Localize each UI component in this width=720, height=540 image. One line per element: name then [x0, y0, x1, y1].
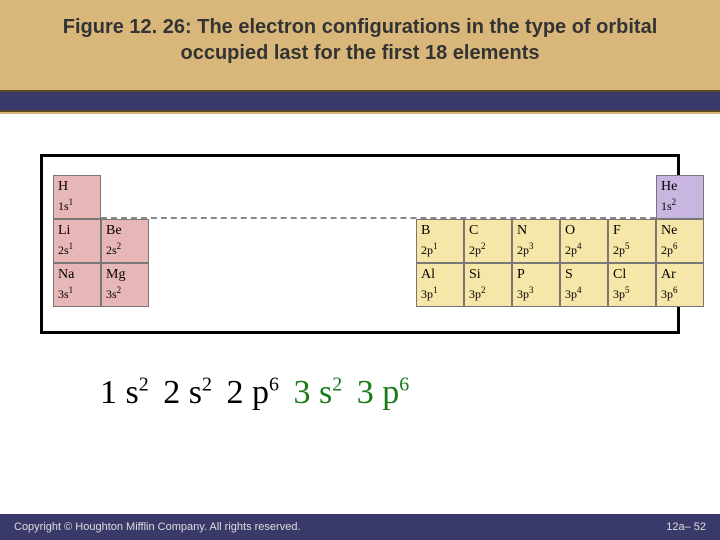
- content-area: H 1s1 He 1s2 Li 2s1 Be: [0, 114, 720, 514]
- element-config: 2p6: [661, 241, 699, 258]
- element-config: 2p4: [565, 241, 603, 258]
- cell-Be: Be 2s2: [101, 219, 149, 263]
- cell-H: H 1s1: [53, 175, 101, 219]
- element-config: 3p1: [421, 285, 459, 302]
- cell-C: C 2p2: [464, 219, 512, 263]
- element-symbol: Ne: [661, 223, 699, 239]
- slide: Figure 12. 26: The electron configuratio…: [0, 0, 720, 540]
- header-band: [0, 90, 720, 112]
- periodic-fragment: H 1s1 He 1s2 Li 2s1 Be: [40, 154, 680, 334]
- row2-gap: [149, 219, 416, 263]
- element-symbol: N: [517, 223, 555, 239]
- cell-Ar: Ar 3p6: [656, 263, 704, 307]
- config-3p6: 3 p6: [357, 374, 410, 411]
- cell-Li: Li 2s1: [53, 219, 101, 263]
- row3-gap: [149, 263, 416, 307]
- config-2s2: 2 s2: [163, 374, 212, 411]
- cell-Mg: Mg 3s2: [101, 263, 149, 307]
- cell-B: B 2p1: [416, 219, 464, 263]
- element-symbol: Li: [58, 223, 96, 239]
- config-1s2: 1 s2: [100, 374, 149, 411]
- noble-gas-config: 1 s2 2 s2 2 p6 3 s2 3 p6: [100, 374, 415, 412]
- footer-bar: Copyright © Houghton Mifflin Company. Al…: [0, 514, 720, 540]
- figure-title: Figure 12. 26: The electron configuratio…: [0, 0, 720, 76]
- cell-Na: Na 3s1: [53, 263, 101, 307]
- element-config: 3s1: [58, 285, 96, 302]
- element-symbol: Ar: [661, 267, 699, 283]
- cell-Ne: Ne 2p6: [656, 219, 704, 263]
- period-1: H 1s1 He 1s2: [53, 175, 704, 219]
- element-config: 3p3: [517, 285, 555, 302]
- element-symbol: Be: [106, 223, 144, 239]
- element-config: 1s1: [58, 197, 96, 214]
- element-symbol: Na: [58, 267, 96, 283]
- element-config: 3p4: [565, 285, 603, 302]
- element-config: 2p3: [517, 241, 555, 258]
- element-symbol: H: [58, 179, 96, 195]
- periodic-table: H 1s1 He 1s2 Li 2s1 Be: [53, 175, 704, 307]
- element-symbol: Si: [469, 267, 507, 283]
- element-symbol: F: [613, 223, 651, 239]
- cell-O: O 2p4: [560, 219, 608, 263]
- cell-Cl: Cl 3p5: [608, 263, 656, 307]
- element-config: 1s2: [661, 197, 699, 214]
- cell-He: He 1s2: [656, 175, 704, 219]
- cell-S: S 3p4: [560, 263, 608, 307]
- element-config: 2s2: [106, 241, 144, 258]
- cell-N: N 2p3: [512, 219, 560, 263]
- element-symbol: B: [421, 223, 459, 239]
- element-config: 3p2: [469, 285, 507, 302]
- element-config: 2s1: [58, 241, 96, 258]
- element-config: 2p2: [469, 241, 507, 258]
- period-3: Na 3s1 Mg 3s2 Al 3p1 Si 3p2: [53, 263, 704, 307]
- element-config: 3p5: [613, 285, 651, 302]
- page-ref: 12a– 52: [666, 521, 706, 533]
- element-symbol: P: [517, 267, 555, 283]
- element-symbol: S: [565, 267, 603, 283]
- cell-Al: Al 3p1: [416, 263, 464, 307]
- copyright-text: Copyright © Houghton Mifflin Company. Al…: [14, 521, 301, 533]
- row1-gap: [101, 175, 656, 219]
- element-symbol: C: [469, 223, 507, 239]
- element-config: 2p1: [421, 241, 459, 258]
- element-symbol: Cl: [613, 267, 651, 283]
- element-symbol: Mg: [106, 267, 144, 283]
- cell-F: F 2p5: [608, 219, 656, 263]
- period-2: Li 2s1 Be 2s2 B 2p1 C 2p2: [53, 219, 704, 263]
- element-symbol: Al: [421, 267, 459, 283]
- element-config: 2p5: [613, 241, 651, 258]
- element-symbol: O: [565, 223, 603, 239]
- cell-P: P 3p3: [512, 263, 560, 307]
- config-2p6: 2 p6: [226, 374, 279, 411]
- element-config: 3p6: [661, 285, 699, 302]
- config-3s2: 3 s2: [293, 374, 342, 411]
- element-config: 3s2: [106, 285, 144, 302]
- cell-Si: Si 3p2: [464, 263, 512, 307]
- element-symbol: He: [661, 179, 699, 195]
